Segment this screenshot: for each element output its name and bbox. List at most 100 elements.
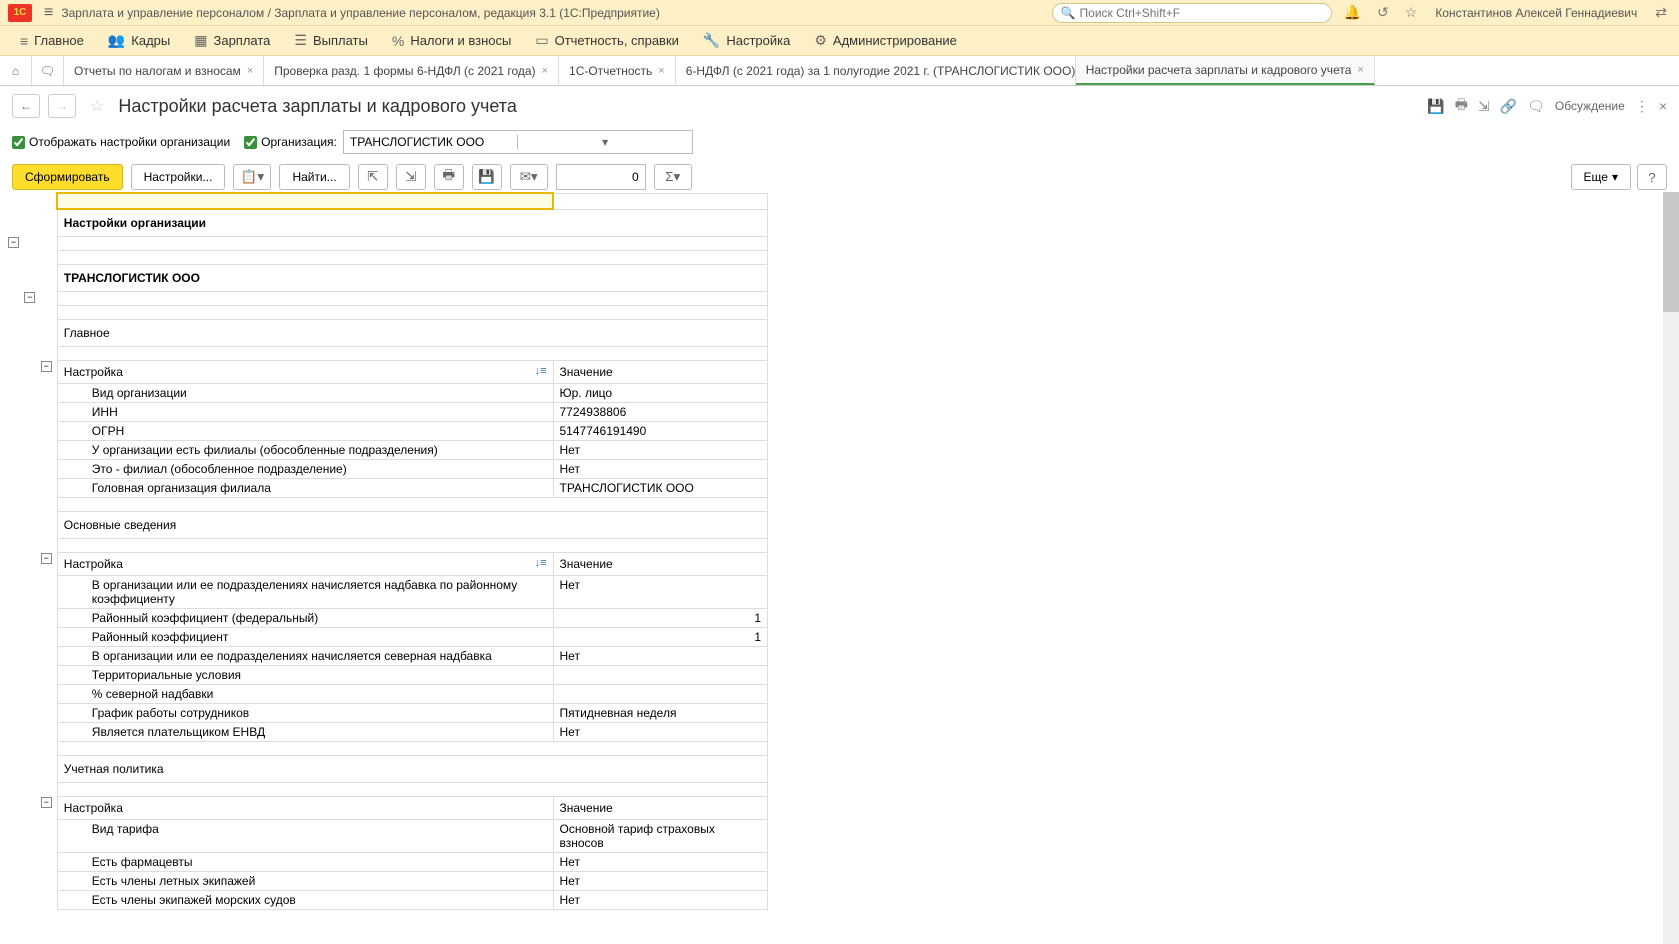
forward-button[interactable]: → <box>48 94 76 118</box>
discuss-label[interactable]: Обсуждение <box>1555 99 1625 113</box>
discuss-icon[interactable]: 🗨 <box>1527 98 1545 115</box>
close-icon[interactable]: × <box>542 65 548 77</box>
setting-key: ОГРН <box>57 422 553 441</box>
collapse-icon[interactable]: ⇲ <box>396 164 426 190</box>
sum-button[interactable]: Σ▾ <box>654 164 692 190</box>
nav-nalogi[interactable]: %Налоги и взносы <box>380 29 524 53</box>
setting-key: В организации или ее подразделениях начи… <box>57 647 553 666</box>
vertical-scrollbar[interactable] <box>1663 192 1679 944</box>
more-button[interactable]: Еще ▾ <box>1571 164 1631 190</box>
setting-value <box>553 666 768 685</box>
org-select[interactable]: ТРАНСЛОГИСТИК ООО ▾ <box>343 130 693 154</box>
email-button[interactable]: ✉▾ <box>510 164 548 190</box>
sort-icon[interactable]: ↓≡ <box>535 365 547 377</box>
logo-1c: 1C <box>8 4 32 22</box>
export-icon[interactable]: ⇲ <box>1478 98 1490 115</box>
history-icon[interactable]: ↺ <box>1373 4 1393 21</box>
num-input[interactable] <box>556 164 646 190</box>
tab-4[interactable]: 6-НДФЛ (с 2021 года) за 1 полугодие 2021… <box>676 56 1076 85</box>
people-icon: 👥 <box>108 32 125 49</box>
sort-icon[interactable]: ↓≡ <box>535 557 547 569</box>
tab-home-icon[interactable]: ⌂ <box>0 56 32 85</box>
print-button[interactable]: 🖶 <box>434 164 464 190</box>
save-button[interactable]: 💾 <box>472 164 502 190</box>
setting-key: Это - филиал (обособленное подразделение… <box>57 460 553 479</box>
user-name[interactable]: Константинов Алексей Геннадиевич <box>1429 6 1643 20</box>
table-row: Есть члены экипажей морских судовНет <box>8 891 768 910</box>
setting-key: Является плательщиком ЕНВД <box>57 723 553 742</box>
table-row: Территориальные условия <box>8 666 768 685</box>
title-bar: 1C ≡ Зарплата и управление персоналом / … <box>0 0 1679 26</box>
settings-button[interactable]: Настройки... <box>131 164 226 190</box>
tree-toggle[interactable]: − <box>41 553 52 564</box>
page-title: Настройки расчета зарплаты и кадрового у… <box>118 96 517 117</box>
setting-key: У организации есть филиалы (обособленные… <box>57 441 553 460</box>
nav-otchetnost[interactable]: ▭Отчетность, справки <box>523 28 691 53</box>
tree-toggle[interactable]: − <box>41 361 52 372</box>
tree-toggle[interactable]: − <box>8 237 19 248</box>
close-page-icon[interactable]: × <box>1659 98 1667 114</box>
link-icon[interactable]: 🔗 <box>1500 98 1517 115</box>
setting-value: 5147746191490 <box>553 422 768 441</box>
close-icon[interactable]: × <box>247 65 253 77</box>
scrollbar-thumb[interactable] <box>1663 192 1679 312</box>
setting-key: % северной надбавки <box>57 685 553 704</box>
tab-3[interactable]: 1С-Отчетность× <box>559 56 676 85</box>
table-row: У организации есть филиалы (обособленные… <box>8 441 768 460</box>
nav-vyplaty[interactable]: ☰Выплаты <box>282 28 379 53</box>
search-input[interactable] <box>1080 6 1323 20</box>
table-row: Является плательщиком ЕНВДНет <box>8 723 768 742</box>
star-icon[interactable]: ☆ <box>1401 4 1422 21</box>
report-table: Настройки организации − ТРАНСЛОГИСТИК ОО… <box>8 192 768 910</box>
help-button[interactable]: ? <box>1637 164 1667 190</box>
form-button[interactable]: Сформировать <box>12 164 123 190</box>
save-icon[interactable]: 💾 <box>1427 98 1444 115</box>
bell-icon[interactable]: 🔔 <box>1340 4 1365 21</box>
global-search[interactable]: 🔍 <box>1052 3 1332 23</box>
table-row: Районный коэффициент1 <box>8 628 768 647</box>
setting-key: Есть члены экипажей морских судов <box>57 891 553 910</box>
heading-org-name: ТРАНСЛОГИСТИК ООО <box>57 265 767 292</box>
close-icon[interactable]: × <box>1357 64 1363 76</box>
table-row: В организации или ее подразделениях начи… <box>8 647 768 666</box>
setting-value: Нет <box>553 723 768 742</box>
expand-icon[interactable]: ⇱ <box>358 164 388 190</box>
table-row: Вид тарифаОсновной тариф страховых взнос… <box>8 820 768 853</box>
tree-toggle[interactable]: − <box>24 292 35 303</box>
nav-nastroika[interactable]: 🔧Настройка <box>691 28 802 53</box>
table-row: ИНН7724938806 <box>8 403 768 422</box>
report-toolbar: Сформировать Настройки... 📋▾ Найти... ⇱ … <box>0 158 1679 196</box>
list-icon: ☰ <box>294 32 307 49</box>
tab-1[interactable]: Отчеты по налогам и взносам× <box>64 56 264 85</box>
nav-kadry[interactable]: 👥Кадры <box>96 28 182 53</box>
chevron-down-icon[interactable]: ▾ <box>517 135 692 149</box>
find-button[interactable]: Найти... <box>279 164 349 190</box>
tree-toggle[interactable]: − <box>41 797 52 808</box>
tab-chat-icon[interactable]: 🗨 <box>32 56 64 85</box>
menu-right-icon[interactable]: ⇄ <box>1651 4 1671 21</box>
tab-2[interactable]: Проверка разд. 1 формы 6-НДФЛ (с 2021 го… <box>264 56 559 85</box>
wrench-icon: 🔧 <box>703 32 720 49</box>
org-checkbox[interactable]: Организация: <box>244 135 337 149</box>
kebab-icon[interactable]: ⋮ <box>1635 98 1649 115</box>
variants-button[interactable]: 📋▾ <box>233 164 271 190</box>
setting-value: ТРАНСЛОГИСТИК ООО <box>553 479 768 498</box>
show-org-settings-checkbox[interactable]: Отображать настройки организации <box>12 135 230 149</box>
selected-cell[interactable] <box>57 193 553 209</box>
close-icon[interactable]: × <box>658 65 664 77</box>
nav-zarplata[interactable]: ▦Зарплата <box>182 28 282 53</box>
hamburger-icon[interactable]: ≡ <box>44 4 53 22</box>
col-value: Значение <box>553 553 768 576</box>
setting-key: В организации или ее подразделениях начи… <box>57 576 553 609</box>
favorite-icon[interactable]: ☆ <box>84 96 110 116</box>
report-area[interactable]: Настройки организации − ТРАНСЛОГИСТИК ОО… <box>0 192 1679 944</box>
nav-main[interactable]: ≡Главное <box>8 29 96 53</box>
setting-key: Есть фармацевты <box>57 853 553 872</box>
table-row: % северной надбавки <box>8 685 768 704</box>
tab-5-active[interactable]: Настройки расчета зарплаты и кадрового у… <box>1076 56 1375 85</box>
tab-bar: ⌂ 🗨 Отчеты по налогам и взносам× Проверк… <box>0 56 1679 86</box>
print-icon[interactable]: 🖶 <box>1455 94 1468 118</box>
table-row: Это - филиал (обособленное подразделение… <box>8 460 768 479</box>
back-button[interactable]: ← <box>12 94 40 118</box>
nav-admin[interactable]: ⚙Администрирование <box>802 28 969 53</box>
